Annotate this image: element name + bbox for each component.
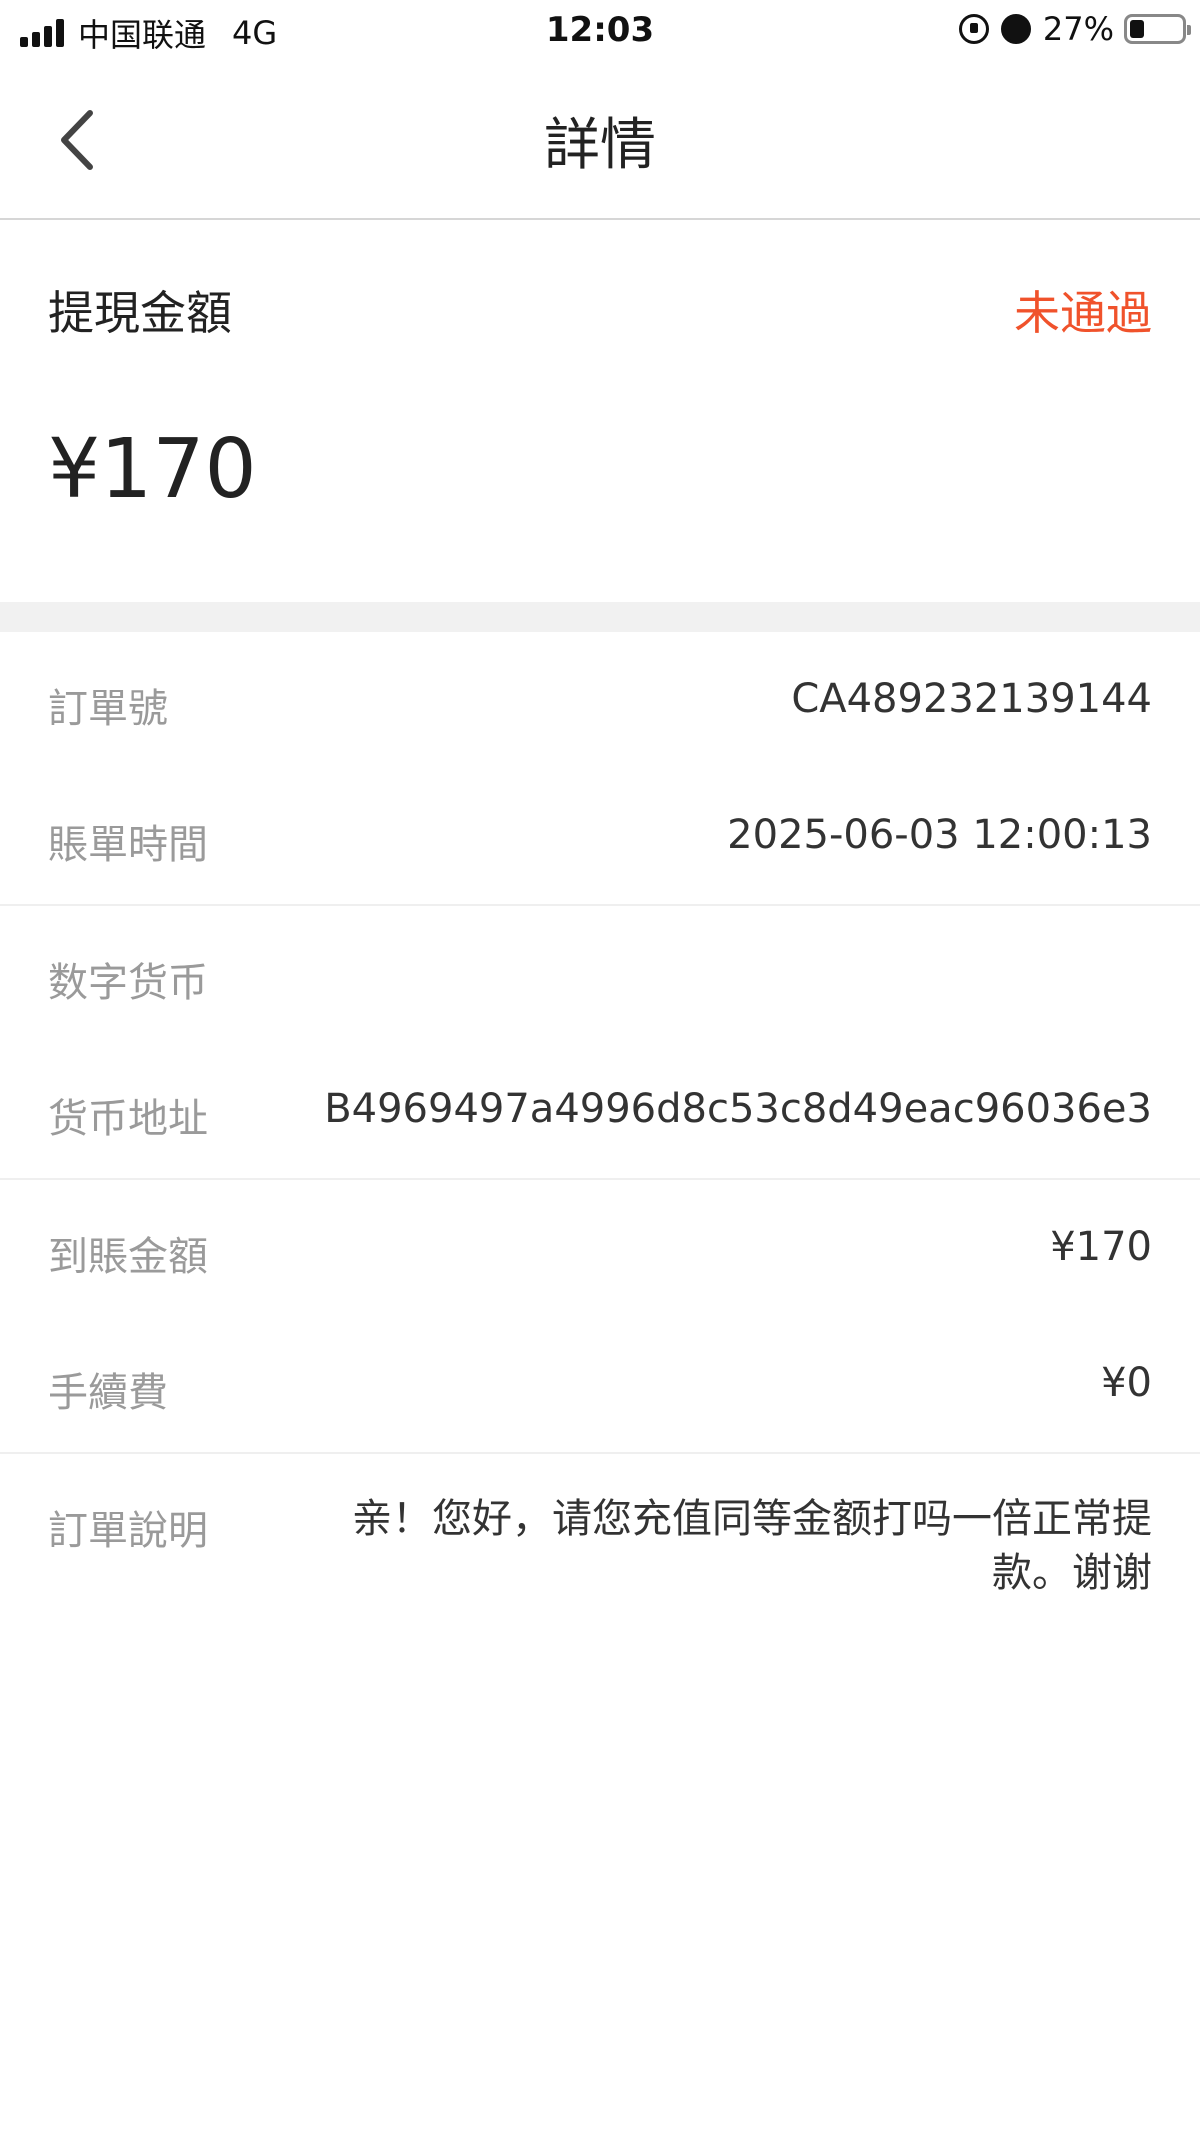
fee-value: ¥0	[1101, 1360, 1152, 1406]
fee-label: 手續費	[48, 1370, 168, 1416]
bill-time-value: 2025-06-03 12:00:13	[727, 812, 1152, 858]
detail-row-order-no: 訂單號 CA489232139144	[0, 632, 1200, 768]
detail-row-address: 货币地址 B4969497a4996d8c53c8d49eac96036e3	[0, 1042, 1200, 1178]
withdrawal-amount: ¥170	[48, 422, 257, 517]
withdrawal-summary: 提現金額 未通過 ¥170	[0, 222, 1200, 602]
page-title: 詳情	[544, 113, 656, 178]
section-separator	[0, 602, 1200, 632]
withdrawal-amount-label: 提現金額	[48, 286, 232, 340]
received-value: ¥170	[1050, 1224, 1152, 1270]
rotation-lock-icon	[958, 14, 989, 44]
note-label: 訂單說明	[48, 1508, 208, 1554]
status-right: 27%	[958, 10, 1191, 48]
nav-bar: 詳情	[0, 60, 1200, 220]
detail-row-fee: 手續費 ¥0	[0, 1316, 1200, 1452]
received-label: 到賬金額	[48, 1234, 208, 1280]
battery-percent: 27%	[1042, 10, 1114, 48]
address-value: B4969497a4996d8c53c8d49eac96036e3	[324, 1086, 1152, 1132]
alarm-icon	[1000, 14, 1031, 44]
detail-row-currency: 数字货币	[0, 906, 1200, 1042]
order-no-value: CA489232139144	[791, 676, 1152, 722]
detail-row-note: 訂單說明 亲！您好，请您充值同等金额打吗一倍正常提款。谢谢	[0, 1454, 1200, 1624]
detail-list: 訂單號 CA489232139144 賬單時間 2025-06-03 12:00…	[0, 632, 1200, 1624]
order-no-label: 訂單號	[48, 686, 168, 732]
status-badge: 未通過	[1014, 286, 1152, 340]
status-bar: 中国联通 4G 12:03 27%	[0, 0, 1200, 60]
detail-row-received: 到賬金額 ¥170	[0, 1180, 1200, 1316]
address-label: 货币地址	[48, 1096, 208, 1142]
battery-icon	[1124, 14, 1191, 44]
bill-time-label: 賬單時間	[48, 822, 208, 868]
detail-row-bill-time: 賬單時間 2025-06-03 12:00:13	[0, 768, 1200, 904]
currency-label: 数字货币	[48, 960, 208, 1006]
note-value: 亲！您好，请您充值同等金额打吗一倍正常提款。谢谢	[352, 1496, 1152, 1596]
battery-fill	[1130, 20, 1144, 38]
